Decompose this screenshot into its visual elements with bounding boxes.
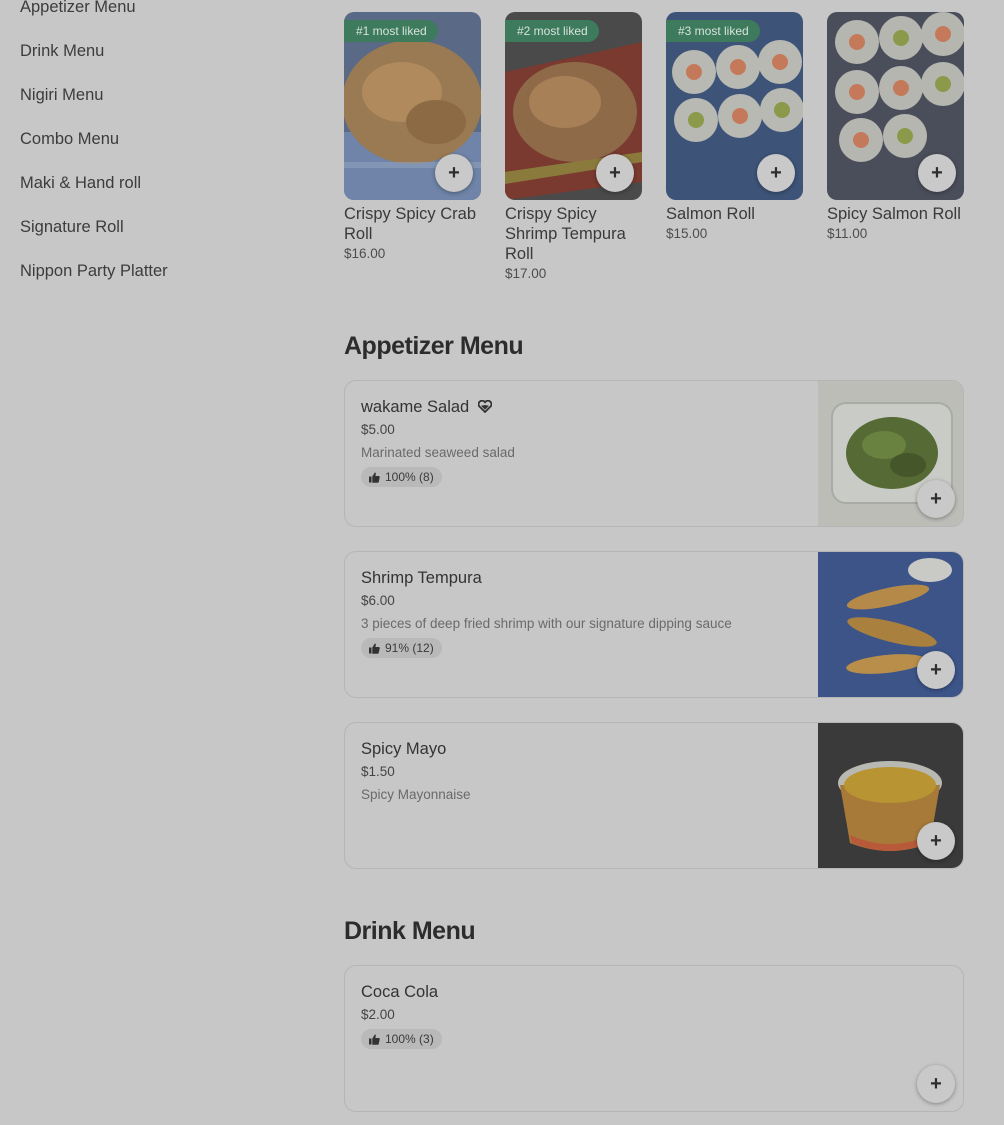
item-name: Crispy Spicy Shrimp Tempura Roll (505, 205, 626, 263)
item-name: Crispy Spicy Crab Roll (344, 205, 477, 243)
add-to-cart-button[interactable]: + (917, 651, 955, 689)
menu-item-card[interactable]: wakame Salad $5.00 Marinated seaweed sal… (344, 380, 964, 527)
sidebar-item-nippon-party-platter[interactable]: Nippon Party Platter (20, 254, 280, 298)
featured-item-image[interactable]: #1 most liked + (344, 12, 481, 200)
sidebar-item-maki-hand-roll[interactable]: Maki & Hand roll (20, 166, 280, 210)
item-price: $6.00 (361, 593, 395, 608)
item-name-row: wakame Salad (361, 397, 811, 417)
menu-item-card[interactable]: Coca Cola $2.00 100% (3) + (344, 965, 964, 1112)
add-to-cart-button[interactable]: + (435, 154, 473, 192)
sidebar-item-combo-menu[interactable]: Combo Menu (20, 122, 280, 166)
menu-item-card[interactable]: Spicy Mayo $1.50 Spicy Mayonnaise + (344, 722, 964, 869)
rating-text: 100% (3) (385, 1032, 434, 1046)
thumbs-up-icon (369, 643, 380, 654)
item-name: wakame Salad (361, 398, 470, 416)
category-sidebar: Appetizer Menu Drink Menu Nigiri Menu Co… (20, 0, 280, 298)
menu-item-info: Spicy Mayo $1.50 Spicy Mayonnaise (361, 739, 811, 802)
section-title-drink-menu: Drink Menu (344, 917, 476, 945)
item-price: $11.00 (827, 226, 868, 241)
item-name: Spicy Salmon Roll (827, 205, 961, 223)
section-title-appetizer-menu: Appetizer Menu (344, 332, 524, 360)
menu-item-card[interactable]: Shrimp Tempura $6.00 3 pieces of deep fr… (344, 551, 964, 698)
most-liked-badge: #3 most liked (666, 20, 760, 42)
heart-icon (477, 400, 492, 413)
item-name: Shrimp Tempura (361, 569, 482, 587)
item-description: Spicy Mayonnaise (361, 787, 471, 802)
thumbs-up-icon (369, 472, 380, 483)
sidebar-item-nigiri-menu[interactable]: Nigiri Menu (20, 78, 280, 122)
rating-badge: 100% (3) (361, 1029, 442, 1049)
item-price: $2.00 (361, 1007, 395, 1022)
featured-item-card[interactable]: #3 most liked + Salmon Roll $15.00 (666, 12, 803, 281)
sidebar-item-drink-menu[interactable]: Drink Menu (20, 34, 280, 78)
featured-item-card[interactable]: #1 most liked + Crispy Spicy Crab Roll $… (344, 12, 481, 281)
item-name: Coca Cola (361, 983, 439, 1001)
thumbs-up-icon (369, 1034, 380, 1045)
menu-item-info: wakame Salad $5.00 Marinated seaweed sal… (361, 397, 811, 488)
item-price: $17.00 (505, 266, 547, 281)
item-price: $5.00 (361, 422, 395, 437)
item-name: Salmon Roll (666, 205, 755, 223)
most-liked-carousel: #1 most liked + Crispy Spicy Crab Roll $… (344, 12, 964, 281)
featured-item-image[interactable]: #2 most liked + (505, 12, 642, 200)
rating-badge: 100% (8) (361, 467, 442, 487)
most-liked-badge: #2 most liked (505, 20, 599, 42)
sidebar-item-appetizer-menu[interactable]: Appetizer Menu (20, 0, 280, 34)
item-name: Spicy Mayo (361, 740, 447, 758)
rating-badge: 91% (12) (361, 638, 442, 658)
featured-item-card[interactable]: #2 most liked + Crispy Spicy Shrimp Temp… (505, 12, 642, 281)
menu-item-info: Coca Cola $2.00 100% (3) (361, 982, 811, 1050)
featured-item-image[interactable]: #3 most liked + (666, 12, 803, 200)
item-description: Marinated seaweed salad (361, 445, 515, 460)
most-liked-badge: #1 most liked (344, 20, 438, 42)
add-to-cart-button[interactable]: + (596, 154, 634, 192)
rating-text: 100% (8) (385, 470, 434, 484)
sidebar-item-signature-roll[interactable]: Signature Roll (20, 210, 280, 254)
featured-item-image[interactable]: + (827, 12, 964, 200)
item-description: 3 pieces of deep fried shrimp with our s… (361, 616, 732, 631)
add-to-cart-button[interactable]: + (757, 154, 795, 192)
item-price: $15.00 (666, 226, 708, 241)
add-to-cart-button[interactable]: + (918, 154, 956, 192)
menu-item-info: Shrimp Tempura $6.00 3 pieces of deep fr… (361, 568, 811, 659)
add-to-cart-button[interactable]: + (917, 822, 955, 860)
rating-text: 91% (12) (385, 641, 434, 655)
item-price: $16.00 (344, 246, 386, 261)
add-to-cart-button[interactable]: + (917, 1065, 955, 1103)
item-price: $1.50 (361, 764, 395, 779)
featured-item-card[interactable]: + Spicy Salmon Roll $11.00 (827, 12, 964, 281)
add-to-cart-button[interactable]: + (917, 480, 955, 518)
